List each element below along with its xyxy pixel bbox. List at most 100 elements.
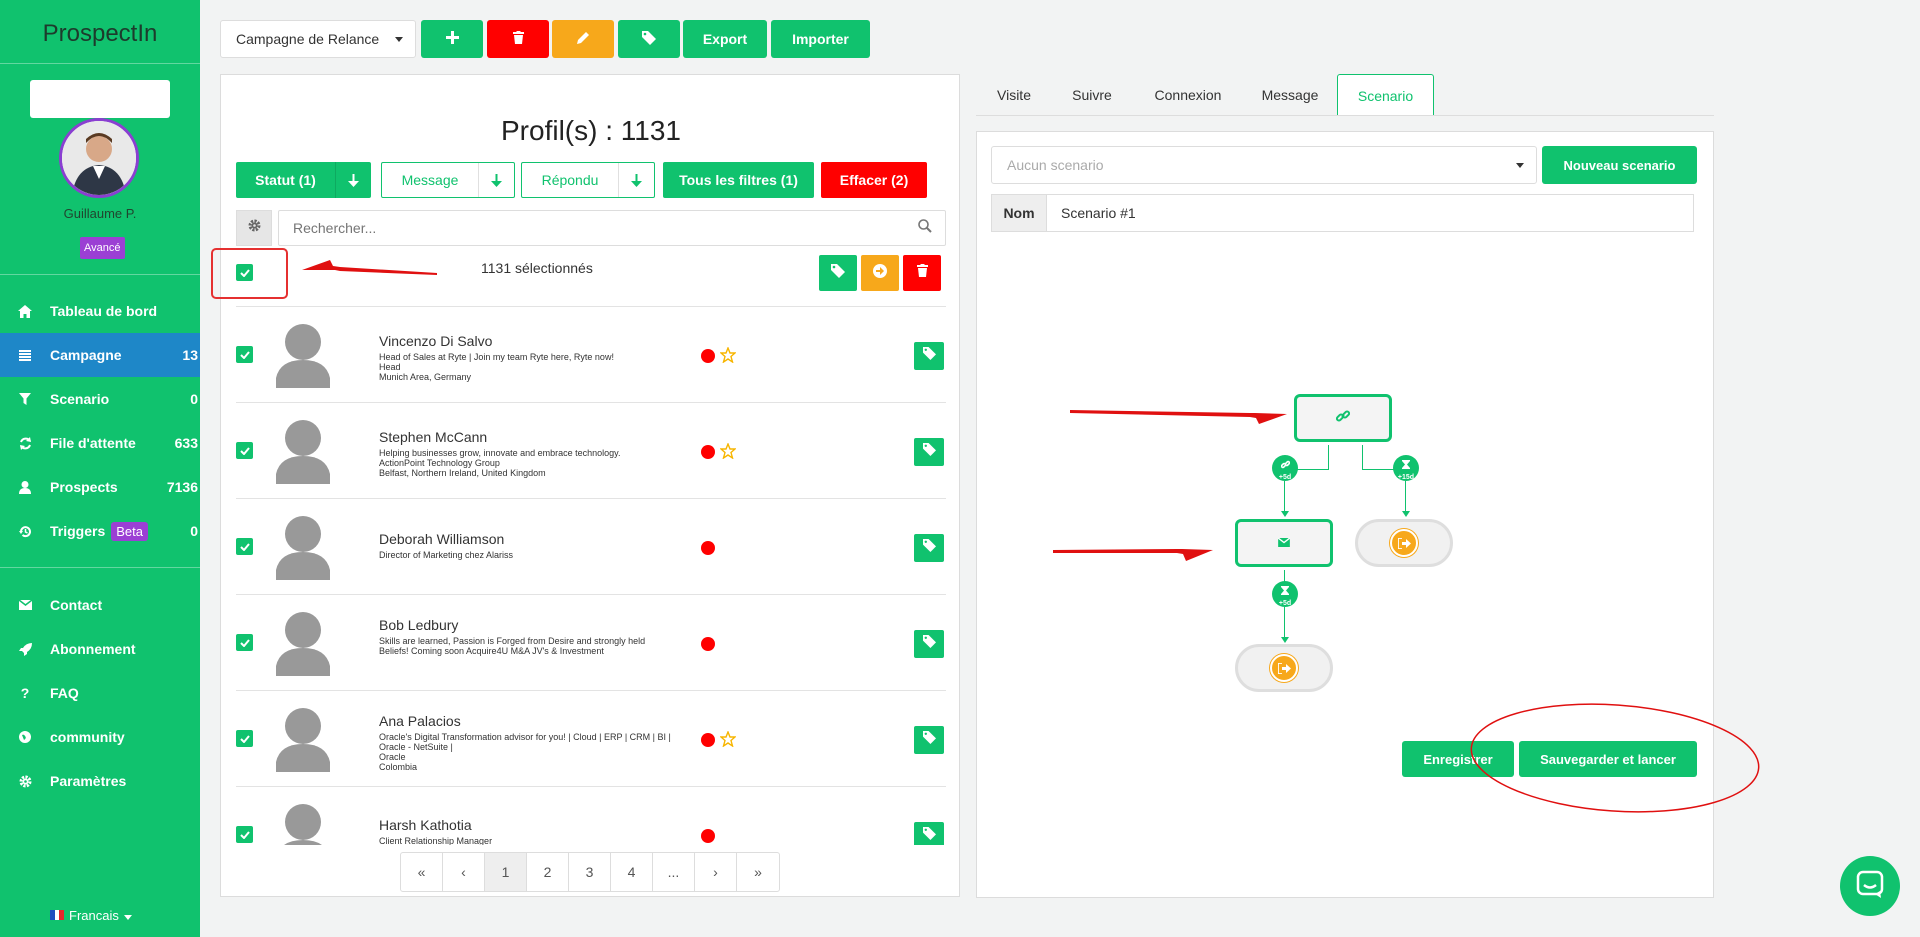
new-scenario-button[interactable]: Nouveau scenario	[1542, 146, 1697, 184]
tab-suivre[interactable]: Suivre	[1060, 74, 1124, 116]
campaign-select[interactable]: Campagne de Relance	[220, 20, 416, 58]
exit-icon	[1390, 529, 1418, 557]
flow-step-message[interactable]	[1235, 519, 1333, 567]
row-tag-button[interactable]	[914, 822, 944, 845]
row-checkbox[interactable]	[236, 538, 253, 555]
arrow-down-icon	[618, 163, 654, 197]
page-last[interactable]: »	[737, 853, 779, 891]
delay-node[interactable]: +5d	[1272, 455, 1298, 481]
table-row[interactable]: Vincenzo Di Salvo Head of Sales at Ryte …	[236, 307, 946, 403]
nav-item-dashboard[interactable]: Tableau de bord	[0, 289, 200, 333]
table-row[interactable]: Bob Ledbury Skills are learned, Passion …	[236, 595, 946, 691]
profile-name[interactable]: Deborah Williamson	[379, 531, 504, 547]
export-button[interactable]: Export	[683, 20, 767, 58]
flow-step-visit[interactable]	[1294, 394, 1392, 442]
account-switcher[interactable]	[30, 80, 170, 118]
row-tag-button[interactable]	[914, 726, 944, 754]
row-checkbox[interactable]	[236, 730, 253, 747]
chat-widget-button[interactable]	[1840, 856, 1900, 916]
profile-name[interactable]: Vincenzo Di Salvo	[379, 333, 492, 349]
page-1[interactable]: 1	[485, 853, 527, 891]
edit-campaign-button[interactable]	[552, 20, 614, 58]
tab-message[interactable]: Message	[1250, 74, 1330, 116]
profile-name[interactable]: Bob Ledbury	[379, 617, 458, 633]
status-dot	[701, 733, 715, 747]
bulk-tag-button[interactable]	[819, 255, 857, 291]
nav-item-faq[interactable]: ? FAQ	[0, 671, 200, 715]
nav-item-subscription[interactable]: Abonnement	[0, 627, 200, 671]
table-row[interactable]: Harsh Kathotia Client Relationship Manag…	[236, 787, 946, 845]
save-button[interactable]: Enregistrer	[1402, 741, 1514, 777]
filter-message-button[interactable]: Message	[381, 162, 515, 198]
nav-item-contact[interactable]: Contact	[0, 583, 200, 627]
scenario-select[interactable]: Aucun scenario	[991, 146, 1537, 184]
row-checkbox[interactable]	[236, 634, 253, 651]
all-filters-button[interactable]: Tous les filtres (1)	[663, 162, 814, 198]
connector	[1284, 607, 1285, 639]
select-all-checkbox[interactable]	[236, 264, 253, 281]
profiles-panel: Profil(s) : 1131 Statut (1) Message Répo…	[220, 74, 960, 897]
delay-node[interactable]: +15d	[1393, 455, 1419, 481]
save-and-launch-button[interactable]: Sauvegarder et lancer	[1519, 741, 1697, 777]
avatar[interactable]	[59, 118, 139, 198]
list-icon	[0, 349, 50, 361]
nav-item-community[interactable]: community	[0, 715, 200, 759]
tag-campaign-button[interactable]	[618, 20, 680, 58]
search-input[interactable]	[278, 210, 946, 246]
table-row[interactable]: Stephen McCann Helping businesses grow, …	[236, 403, 946, 499]
page-2[interactable]: 2	[527, 853, 569, 891]
row-tag-button[interactable]	[914, 630, 944, 658]
page-prev[interactable]: ‹	[443, 853, 485, 891]
profile-name[interactable]: Ana Palacios	[379, 713, 461, 729]
nav-item-settings[interactable]: Paramètres	[0, 759, 200, 803]
language-selector[interactable]: Francais	[50, 908, 132, 923]
delay-node[interactable]: +5d	[1272, 581, 1298, 607]
flow-end-node[interactable]	[1355, 519, 1453, 567]
row-tag-button[interactable]	[914, 534, 944, 562]
user-name: Guillaume P.	[63, 206, 137, 221]
profile-name[interactable]: Harsh Kathotia	[379, 817, 472, 833]
avatar	[276, 610, 330, 676]
scenario-name-input[interactable]	[1046, 194, 1694, 232]
page-4[interactable]: 4	[611, 853, 653, 891]
nav-item-triggers[interactable]: Triggers Beta 0	[0, 509, 200, 553]
delete-campaign-button[interactable]	[487, 20, 549, 58]
row-tag-button[interactable]	[914, 438, 944, 466]
clear-filters-button[interactable]: Effacer (2)	[821, 162, 927, 198]
page-first[interactable]: «	[401, 853, 443, 891]
refresh-icon	[0, 436, 50, 450]
row-checkbox[interactable]	[236, 346, 253, 363]
nav-item-scenario[interactable]: Scenario 0	[0, 377, 200, 421]
tab-visite[interactable]: Visite	[984, 74, 1044, 116]
page-3[interactable]: 3	[569, 853, 611, 891]
star-icon[interactable]	[719, 730, 737, 752]
row-tag-button[interactable]	[914, 342, 944, 370]
import-button[interactable]: Importer	[771, 20, 870, 58]
tab-scenario[interactable]: Scenario	[1337, 74, 1434, 116]
nav-item-campaign[interactable]: Campagne 13	[0, 333, 200, 377]
nav-item-queue[interactable]: File d'attente 633	[0, 421, 200, 465]
star-icon[interactable]	[719, 346, 737, 368]
star-icon[interactable]	[719, 442, 737, 464]
profile-name[interactable]: Stephen McCann	[379, 429, 487, 445]
add-campaign-button[interactable]	[421, 20, 483, 58]
nav-item-prospects[interactable]: Prospects 7136	[0, 465, 200, 509]
hourglass-icon	[1281, 582, 1289, 600]
arrow-down-icon	[478, 163, 514, 197]
page-next[interactable]: ›	[695, 853, 737, 891]
tab-connexion[interactable]: Connexion	[1142, 74, 1234, 116]
filter-replied-button[interactable]: Répondu	[521, 162, 655, 198]
status-dot	[701, 349, 715, 363]
search-icon	[918, 219, 932, 238]
profile-description: Director of Marketing chez Alariss	[379, 550, 514, 560]
row-checkbox[interactable]	[236, 442, 253, 459]
filter-status-button[interactable]: Statut (1)	[236, 162, 371, 198]
flow-end-node[interactable]	[1235, 644, 1333, 692]
table-row[interactable]: Ana Palacios Oracle's Digital Transforma…	[236, 691, 946, 787]
row-checkbox[interactable]	[236, 826, 253, 843]
delay-label: +15d	[1397, 473, 1415, 481]
search-settings-button[interactable]	[236, 210, 272, 246]
bulk-delete-button[interactable]	[903, 255, 941, 291]
table-row[interactable]: Deborah Williamson Director of Marketing…	[236, 499, 946, 595]
bulk-move-button[interactable]	[861, 255, 899, 291]
